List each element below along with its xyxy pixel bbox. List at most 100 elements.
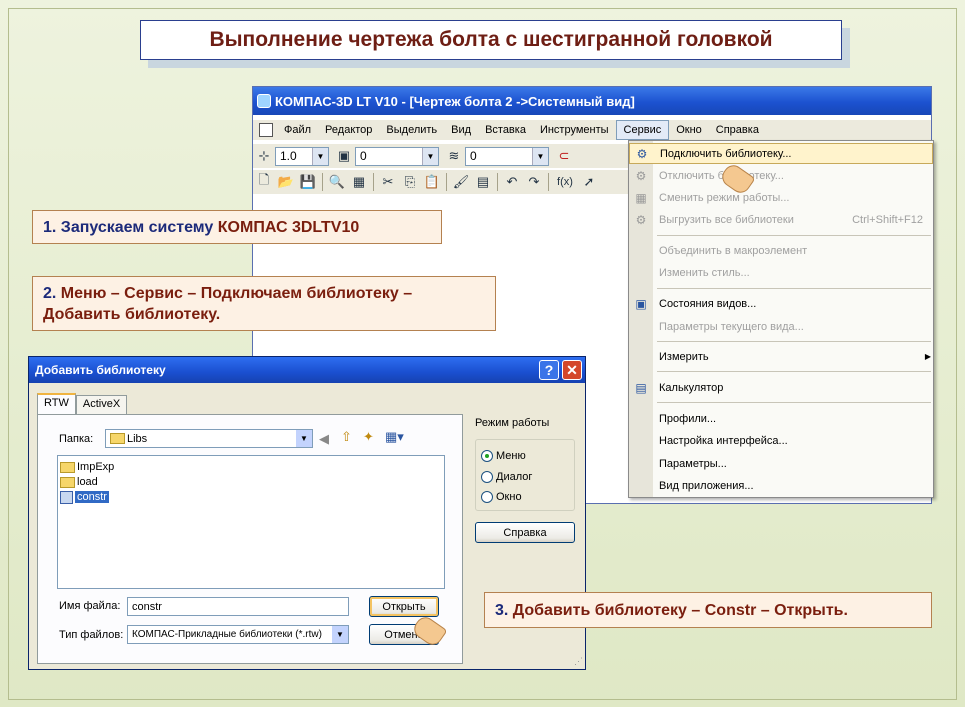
calculator-icon: ▤ bbox=[635, 380, 647, 395]
menu-item-unload-libraries[interactable]: ⚙ Выгрузить все библиотеки Ctrl+Shift+F1… bbox=[629, 209, 933, 230]
chevron-down-icon[interactable]: ▼ bbox=[312, 147, 328, 165]
menu-insert[interactable]: Вставка bbox=[478, 120, 533, 140]
kompas-titlebar[interactable]: КОМПАС-3D LT V10 - [Чертеж болта 2 ->Сис… bbox=[253, 87, 931, 115]
open-folder-icon[interactable]: 📂 bbox=[277, 173, 295, 191]
save-icon[interactable]: 💾 bbox=[299, 173, 317, 191]
fx-button[interactable]: f(x) bbox=[554, 173, 576, 191]
switch-mode-icon: ▦ bbox=[635, 190, 647, 205]
menu-item-label: Измерить bbox=[659, 350, 709, 363]
back-icon[interactable]: ◀ bbox=[319, 431, 329, 447]
list-item[interactable]: load bbox=[60, 475, 98, 489]
help-button[interactable]: ? bbox=[539, 360, 559, 380]
document-icon[interactable] bbox=[259, 123, 273, 137]
pointer-icon[interactable]: ➚ bbox=[580, 173, 598, 191]
file-name: constr bbox=[75, 491, 109, 503]
radio-menu[interactable]: Меню bbox=[481, 450, 526, 462]
chevron-down-icon[interactable]: ▼ bbox=[532, 147, 548, 165]
new-document-icon[interactable]: 🗋 bbox=[255, 172, 273, 191]
library-connect-icon: ⚙ bbox=[636, 146, 648, 161]
folder-select[interactable]: Libs ▼ bbox=[105, 429, 313, 448]
cut-icon[interactable]: ✂ bbox=[379, 173, 397, 191]
style-icon[interactable]: ≋ bbox=[445, 147, 463, 165]
redo-icon[interactable]: ↷ bbox=[525, 173, 543, 191]
view-states-icon: ▣ bbox=[635, 296, 647, 311]
help-doc-button[interactable]: Справка bbox=[475, 522, 575, 543]
menu-separator bbox=[657, 341, 931, 342]
close-button[interactable]: ✕ bbox=[562, 360, 582, 380]
radio-label: Диалог bbox=[496, 471, 533, 483]
resize-grip-icon[interactable]: ⋰ bbox=[574, 656, 583, 667]
list-item-selected[interactable]: constr bbox=[60, 490, 109, 504]
menu-item-merge-macro[interactable]: Объединить в макроэлемент bbox=[629, 240, 933, 261]
menu-item-current-view-params[interactable]: Параметры текущего вида... bbox=[629, 316, 933, 337]
menu-item-connect-library[interactable]: ⚙ Подключить библиотеку... bbox=[629, 143, 933, 164]
menu-item-label: Выгрузить все библиотеки bbox=[659, 213, 794, 226]
layer-icon[interactable]: ▣ bbox=[335, 147, 353, 165]
menu-help[interactable]: Справка bbox=[709, 120, 766, 140]
radio-window[interactable]: Окно bbox=[481, 491, 522, 503]
up-folder-icon[interactable]: ⇧ bbox=[341, 429, 352, 445]
kompas-app-icon bbox=[257, 94, 271, 108]
kompas-title: КОМПАС-3D LT V10 - [Чертеж болта 2 ->Сис… bbox=[275, 93, 635, 109]
format-brush-icon[interactable]: 🖌 bbox=[452, 173, 470, 191]
menu-select[interactable]: Выделить bbox=[379, 120, 444, 140]
library-file-icon bbox=[60, 490, 73, 504]
menu-item-label: Объединить в макроэлемент bbox=[659, 244, 808, 257]
callout-step-3-highlight: Добавить библиотеку – Constr – Открыть. bbox=[512, 602, 848, 619]
menu-item-switch-mode[interactable]: ▦ Сменить режим работы... bbox=[629, 187, 933, 208]
menu-item-disconnect-library[interactable]: ⚙ Отключить библиотеку... bbox=[629, 165, 933, 186]
copy-icon[interactable]: ⎘ bbox=[401, 173, 419, 191]
new-folder-icon[interactable]: ✦ bbox=[363, 429, 374, 445]
radio-dialog[interactable]: Диалог bbox=[481, 471, 532, 483]
radio-dot bbox=[481, 450, 493, 462]
list-item[interactable]: ImpExp bbox=[60, 460, 114, 474]
properties-icon[interactable]: ▤ bbox=[474, 173, 492, 191]
layer-combo[interactable]: 0 ▼ bbox=[355, 146, 439, 166]
filetype-select[interactable]: КОМПАС-Прикладные библиотеки (*.rtw) ▼ bbox=[127, 625, 349, 644]
view-menu-icon[interactable]: ▦▾ bbox=[385, 429, 404, 445]
submenu-arrow-icon: ▶ bbox=[924, 352, 931, 361]
style-combo[interactable]: 0 ▼ bbox=[465, 146, 549, 166]
toolbar-separator bbox=[548, 173, 549, 191]
filename-field[interactable]: constr bbox=[127, 597, 349, 616]
callout-step-1: 1. Запускаем систему КОМПАС 3DLTV10 bbox=[32, 210, 442, 244]
paste-icon[interactable]: 📋 bbox=[423, 173, 441, 191]
menu-item-app-view[interactable]: Вид приложения... bbox=[629, 475, 933, 496]
menu-item-calculator[interactable]: ▤ Калькулятор bbox=[629, 377, 933, 398]
menu-item-label: Вид приложения... bbox=[659, 479, 754, 492]
chevron-down-icon[interactable]: ▼ bbox=[422, 147, 438, 165]
menu-item-parameters[interactable]: Параметры... bbox=[629, 453, 933, 474]
menu-item-view-states[interactable]: ▣ Состояния видов... bbox=[629, 293, 933, 314]
menu-item-profiles[interactable]: Профили... bbox=[629, 408, 933, 429]
menu-window[interactable]: Окно bbox=[669, 120, 709, 140]
filetype-label: Тип файлов: bbox=[59, 629, 124, 641]
tab-activex[interactable]: ActiveX bbox=[75, 395, 128, 415]
undo-icon[interactable]: ↶ bbox=[503, 173, 521, 191]
menu-file[interactable]: Файл bbox=[277, 120, 318, 140]
library-disconnect-icon: ⚙ bbox=[635, 168, 647, 183]
open-button[interactable]: Открыть bbox=[369, 596, 439, 617]
dialog-titlebar[interactable]: Добавить библиотеку bbox=[29, 357, 585, 383]
manager-icon[interactable]: ▦ bbox=[350, 173, 368, 191]
menu-item-label: Параметры... bbox=[659, 457, 727, 470]
menu-separator bbox=[657, 371, 931, 372]
menu-item-change-style[interactable]: Изменить стиль... bbox=[629, 262, 933, 283]
menu-tools[interactable]: Инструменты bbox=[533, 120, 616, 140]
kompas-menubar: Файл Редактор Выделить Вид Вставка Инстр… bbox=[253, 120, 931, 140]
tab-rtw[interactable]: RTW bbox=[37, 393, 76, 415]
menu-item-measure[interactable]: Измерить ▶ bbox=[629, 346, 933, 367]
menu-edit[interactable]: Редактор bbox=[318, 120, 379, 140]
toolbar-separator bbox=[373, 173, 374, 191]
scale-icon[interactable]: ⊹ bbox=[255, 147, 273, 165]
menu-view[interactable]: Вид bbox=[444, 120, 478, 140]
scale-combo[interactable]: 1.0 ▼ bbox=[275, 146, 329, 166]
radio-dot bbox=[481, 491, 493, 503]
toolbar-separator bbox=[322, 173, 323, 191]
menu-item-interface-settings[interactable]: Настройка интерфейса... bbox=[629, 430, 933, 451]
print-preview-icon[interactable]: 🔍 bbox=[328, 173, 346, 191]
magnet-icon[interactable]: ⊂ bbox=[555, 147, 573, 165]
chevron-down-icon[interactable]: ▼ bbox=[296, 430, 312, 447]
chevron-down-icon[interactable]: ▼ bbox=[332, 626, 348, 643]
callout-step-3: 3. Добавить библиотеку – Constr – Открыт… bbox=[484, 592, 932, 628]
menu-service[interactable]: Сервис bbox=[615, 120, 670, 140]
